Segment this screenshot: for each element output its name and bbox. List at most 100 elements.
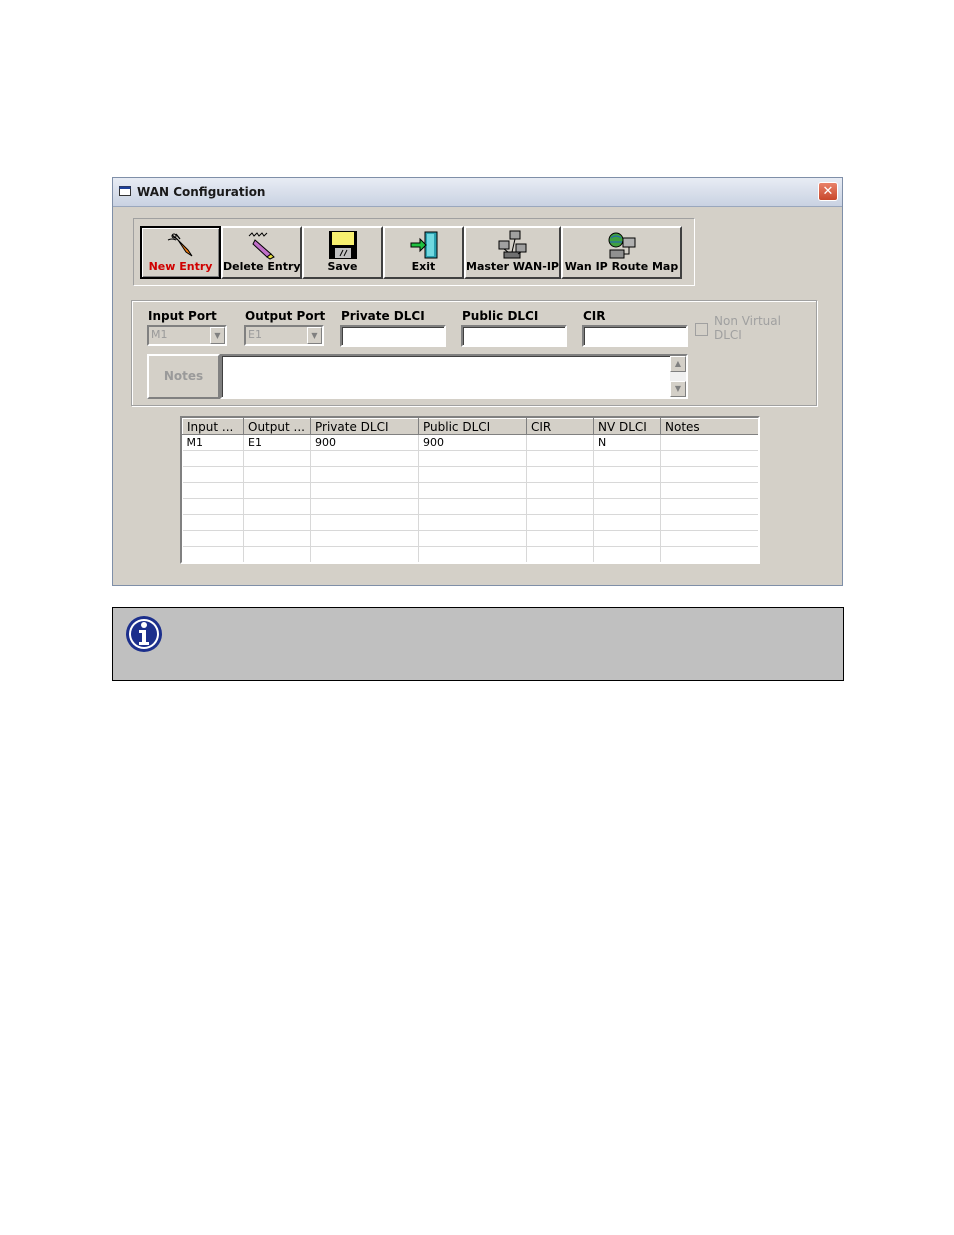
master-wan-ip-button[interactable]: Master WAN-IP bbox=[464, 226, 561, 279]
table-cell[interactable]: E1 bbox=[243, 434, 311, 451]
table-cell[interactable] bbox=[243, 482, 311, 499]
new-entry-button[interactable]: New Entry bbox=[140, 226, 221, 279]
table-cell[interactable]: 900 bbox=[418, 434, 527, 451]
table-cell[interactable] bbox=[660, 530, 758, 547]
table-cell[interactable] bbox=[310, 482, 419, 499]
table-cell[interactable] bbox=[243, 514, 311, 531]
chevron-down-icon[interactable]: ▼ bbox=[210, 327, 225, 344]
table-cell[interactable] bbox=[660, 482, 758, 499]
public-dlci-label: Public DLCI bbox=[462, 309, 539, 323]
table-cell[interactable] bbox=[418, 514, 527, 531]
table-cell[interactable] bbox=[243, 466, 311, 483]
table-cell[interactable] bbox=[526, 434, 594, 451]
scroll-down-icon[interactable]: ▼ bbox=[670, 381, 686, 397]
non-virtual-dlci-checkbox[interactable] bbox=[695, 323, 708, 336]
table-cell[interactable] bbox=[310, 466, 419, 483]
table-row[interactable]: M1 E1 900 900 N bbox=[182, 434, 758, 451]
table-cell[interactable] bbox=[310, 546, 419, 562]
column-header-notes[interactable]: Notes bbox=[660, 418, 758, 435]
table-cell[interactable] bbox=[660, 514, 758, 531]
table-cell[interactable] bbox=[243, 530, 311, 547]
table-cell[interactable]: N bbox=[593, 434, 661, 451]
table-row[interactable] bbox=[182, 546, 758, 562]
table-row[interactable] bbox=[182, 498, 758, 515]
table-cell[interactable] bbox=[418, 530, 527, 547]
close-button[interactable]: ✕ bbox=[818, 182, 838, 201]
table-row[interactable] bbox=[182, 530, 758, 547]
table-cell[interactable] bbox=[182, 482, 244, 499]
table-cell[interactable] bbox=[593, 498, 661, 515]
dlci-grid[interactable]: Input ... Output ... Private DLCI Public… bbox=[180, 416, 760, 564]
output-port-label: Output Port bbox=[245, 309, 326, 323]
table-cell[interactable] bbox=[182, 466, 244, 483]
table-cell[interactable]: 900 bbox=[310, 434, 419, 451]
info-icon bbox=[126, 616, 162, 652]
exit-button[interactable]: Exit bbox=[383, 226, 464, 279]
table-cell[interactable] bbox=[182, 498, 244, 515]
table-cell[interactable] bbox=[418, 546, 527, 562]
table-cell[interactable] bbox=[660, 466, 758, 483]
table-cell[interactable] bbox=[660, 434, 758, 451]
input-port-label: Input Port bbox=[148, 309, 217, 323]
table-cell[interactable] bbox=[243, 498, 311, 515]
table-cell[interactable] bbox=[243, 450, 311, 467]
table-row[interactable] bbox=[182, 482, 758, 499]
scroll-up-icon[interactable]: ▲ bbox=[670, 356, 686, 372]
table-cell[interactable] bbox=[526, 482, 594, 499]
info-note-box bbox=[112, 607, 844, 681]
title-bar[interactable]: WAN Configuration ✕ bbox=[113, 178, 842, 207]
table-cell[interactable] bbox=[660, 498, 758, 515]
column-header-cir[interactable]: CIR bbox=[526, 418, 594, 435]
table-cell[interactable] bbox=[182, 530, 244, 547]
input-port-value: M1 bbox=[151, 328, 168, 341]
wan-ip-route-map-button[interactable]: Wan IP Route Map bbox=[561, 226, 682, 279]
table-cell[interactable] bbox=[310, 514, 419, 531]
column-header-nv-dlci[interactable]: NV DLCI bbox=[593, 418, 661, 435]
notes-button[interactable]: Notes bbox=[147, 354, 220, 399]
table-cell[interactable] bbox=[593, 466, 661, 483]
table-cell[interactable] bbox=[310, 498, 419, 515]
table-cell[interactable] bbox=[418, 498, 527, 515]
table-cell[interactable] bbox=[418, 466, 527, 483]
table-cell[interactable] bbox=[243, 546, 311, 562]
table-cell[interactable] bbox=[310, 450, 419, 467]
table-cell[interactable] bbox=[418, 450, 527, 467]
table-cell[interactable]: M1 bbox=[182, 434, 244, 451]
table-cell[interactable] bbox=[310, 530, 419, 547]
column-header-input-port[interactable]: Input ... bbox=[182, 418, 244, 435]
table-cell[interactable] bbox=[418, 482, 527, 499]
private-dlci-input[interactable] bbox=[340, 325, 446, 347]
notes-textarea[interactable]: ▲ ▼ bbox=[220, 354, 688, 399]
table-cell[interactable] bbox=[182, 450, 244, 467]
table-cell[interactable] bbox=[660, 450, 758, 467]
toolbar: New Entry Delete Entry Save Exit Master … bbox=[133, 218, 695, 286]
column-header-public-dlci[interactable]: Public DLCI bbox=[418, 418, 527, 435]
table-cell[interactable] bbox=[593, 482, 661, 499]
table-cell[interactable] bbox=[526, 466, 594, 483]
input-port-select[interactable]: M1 ▼ bbox=[147, 325, 227, 346]
notes-scrollbar[interactable]: ▲ ▼ bbox=[670, 356, 686, 397]
column-header-private-dlci[interactable]: Private DLCI bbox=[310, 418, 419, 435]
table-row[interactable] bbox=[182, 466, 758, 483]
column-header-output-port[interactable]: Output ... bbox=[243, 418, 311, 435]
table-cell[interactable] bbox=[593, 450, 661, 467]
table-cell[interactable] bbox=[660, 546, 758, 562]
table-cell[interactable] bbox=[182, 514, 244, 531]
table-cell[interactable] bbox=[526, 546, 594, 562]
table-cell[interactable] bbox=[526, 514, 594, 531]
table-row[interactable] bbox=[182, 514, 758, 531]
save-button[interactable]: Save bbox=[302, 226, 383, 279]
table-row[interactable] bbox=[182, 450, 758, 467]
table-cell[interactable] bbox=[182, 546, 244, 562]
table-cell[interactable] bbox=[526, 530, 594, 547]
chevron-down-icon[interactable]: ▼ bbox=[307, 327, 322, 344]
public-dlci-input[interactable] bbox=[461, 325, 567, 347]
table-cell[interactable] bbox=[526, 498, 594, 515]
table-cell[interactable] bbox=[526, 450, 594, 467]
table-cell[interactable] bbox=[593, 546, 661, 562]
cir-input[interactable] bbox=[582, 325, 688, 347]
table-cell[interactable] bbox=[593, 530, 661, 547]
output-port-select[interactable]: E1 ▼ bbox=[244, 325, 324, 346]
table-cell[interactable] bbox=[593, 514, 661, 531]
delete-entry-button[interactable]: Delete Entry bbox=[221, 226, 302, 279]
